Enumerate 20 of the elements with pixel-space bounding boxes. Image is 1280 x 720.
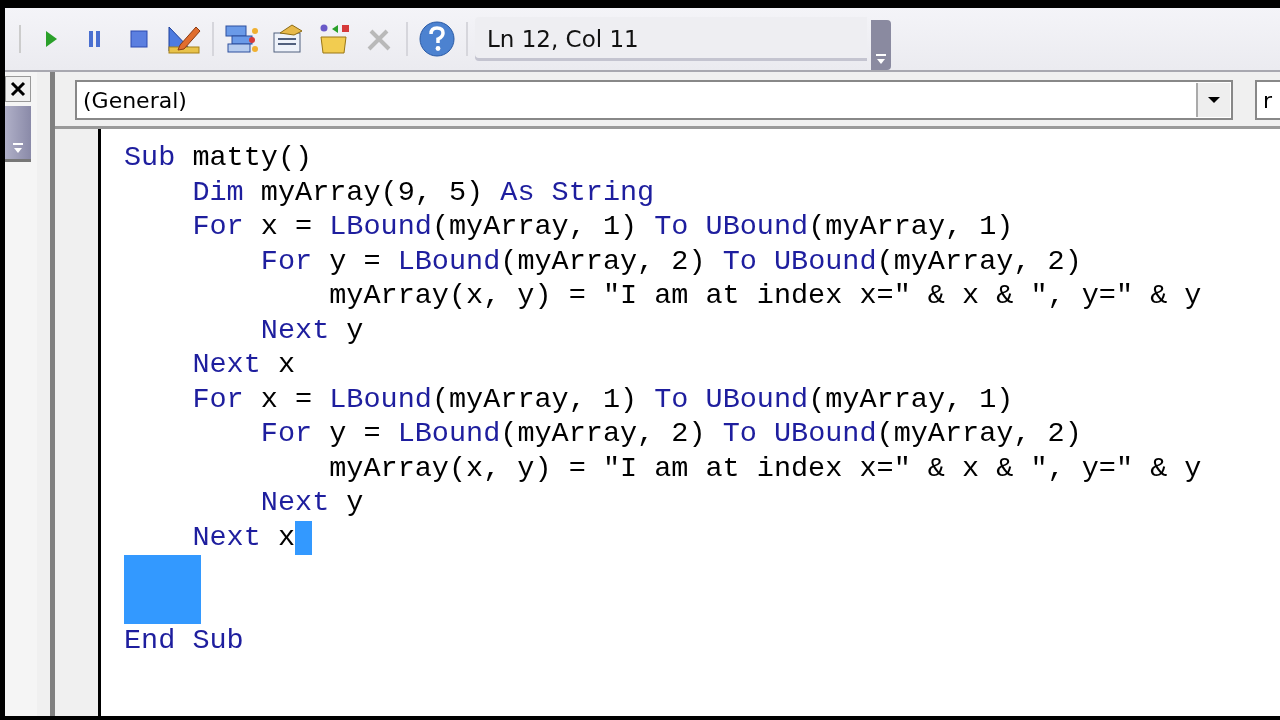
cursor-position: Ln 12, Col 11	[475, 17, 867, 61]
object-dropdown[interactable]: (General)	[75, 80, 1233, 120]
code-line: Next y	[259, 313, 364, 348]
code-text: Next x	[191, 520, 296, 554]
procedure-dropdown[interactable]: r	[1255, 80, 1280, 120]
dropdown-arrow-icon[interactable]	[1207, 96, 1221, 104]
code-line: For x = LBound(myArray, 1) To UBound(myArray, 1)	[191, 210, 1014, 245]
code-line: For y = LBound(myArray, 2) To UBound(myArray, 2)	[259, 417, 1082, 452]
close-icon[interactable]	[5, 76, 31, 102]
code-line: Sub matty()	[124, 141, 313, 176]
code-line: End Sub	[124, 624, 244, 659]
toolbar-options-icon[interactable]	[871, 20, 891, 70]
pane-options-icon[interactable]	[5, 106, 31, 162]
code-line: Next x	[191, 348, 296, 383]
code-line: Dim myArray(9, 5) As String	[191, 175, 655, 210]
code-line: For y = LBound(myArray, 2) To UBound(myArray, 2)	[259, 244, 1082, 279]
code-line: myArray(x, y) = "I am at index x=" & x & ", y=" & y	[328, 451, 1202, 486]
code-line: For x = LBound(myArray, 1) To UBound(myArray, 1)	[191, 382, 1014, 417]
code-line: Next y	[259, 486, 364, 521]
code-line: myArray(x, y) = "I am at index x=" & x & ", y=" & y	[328, 279, 1202, 314]
